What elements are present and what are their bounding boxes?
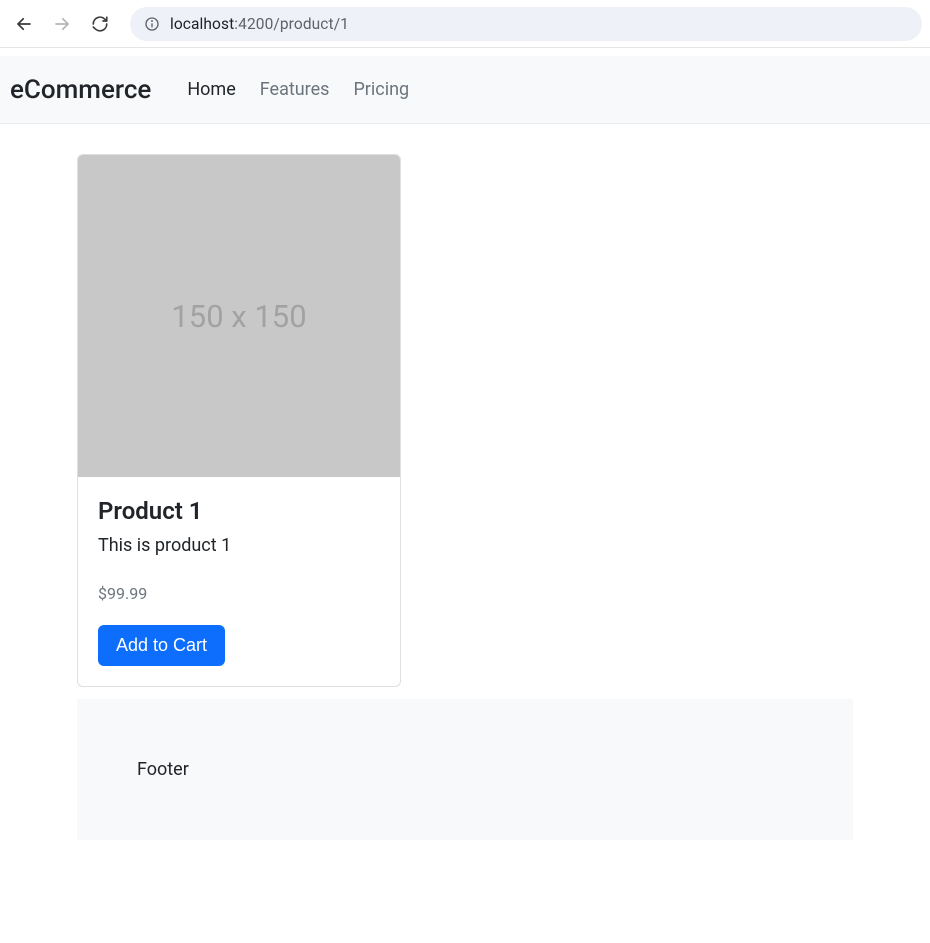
url-text: localhost:4200/product/1 [170, 15, 349, 33]
product-title: Product 1 [98, 497, 380, 525]
url-path: :4200/product/1 [234, 15, 349, 33]
brand[interactable]: eCommerce [8, 75, 155, 105]
reload-icon [91, 15, 109, 33]
navbar: eCommerce Home Features Pricing [0, 56, 930, 124]
arrow-right-icon [53, 15, 71, 33]
nav-links: Home Features Pricing [179, 73, 417, 106]
product-card: 150 x 150 Product 1 This is product 1 $9… [77, 154, 401, 687]
nav-link-home[interactable]: Home [179, 73, 243, 106]
back-button[interactable] [8, 8, 40, 40]
arrow-left-icon [15, 15, 33, 33]
nav-link-features[interactable]: Features [252, 73, 338, 106]
browser-toolbar: localhost:4200/product/1 [0, 0, 930, 48]
footer-text: Footer [137, 759, 189, 780]
card-body: Product 1 This is product 1 $99.99 Add t… [78, 477, 400, 686]
nav-link-pricing[interactable]: Pricing [345, 73, 417, 106]
product-description: This is product 1 [98, 535, 380, 556]
reload-button[interactable] [84, 8, 116, 40]
info-icon [144, 16, 160, 32]
url-bar[interactable]: localhost:4200/product/1 [130, 7, 922, 41]
product-price: $99.99 [98, 584, 380, 603]
product-image-placeholder: 150 x 150 [78, 155, 400, 477]
image-placeholder-text: 150 x 150 [171, 298, 306, 335]
add-to-cart-button[interactable]: Add to Cart [98, 625, 225, 666]
url-host: localhost [170, 15, 234, 33]
footer: Footer [77, 699, 853, 840]
forward-button[interactable] [46, 8, 78, 40]
main-content: 150 x 150 Product 1 This is product 1 $9… [65, 124, 865, 840]
